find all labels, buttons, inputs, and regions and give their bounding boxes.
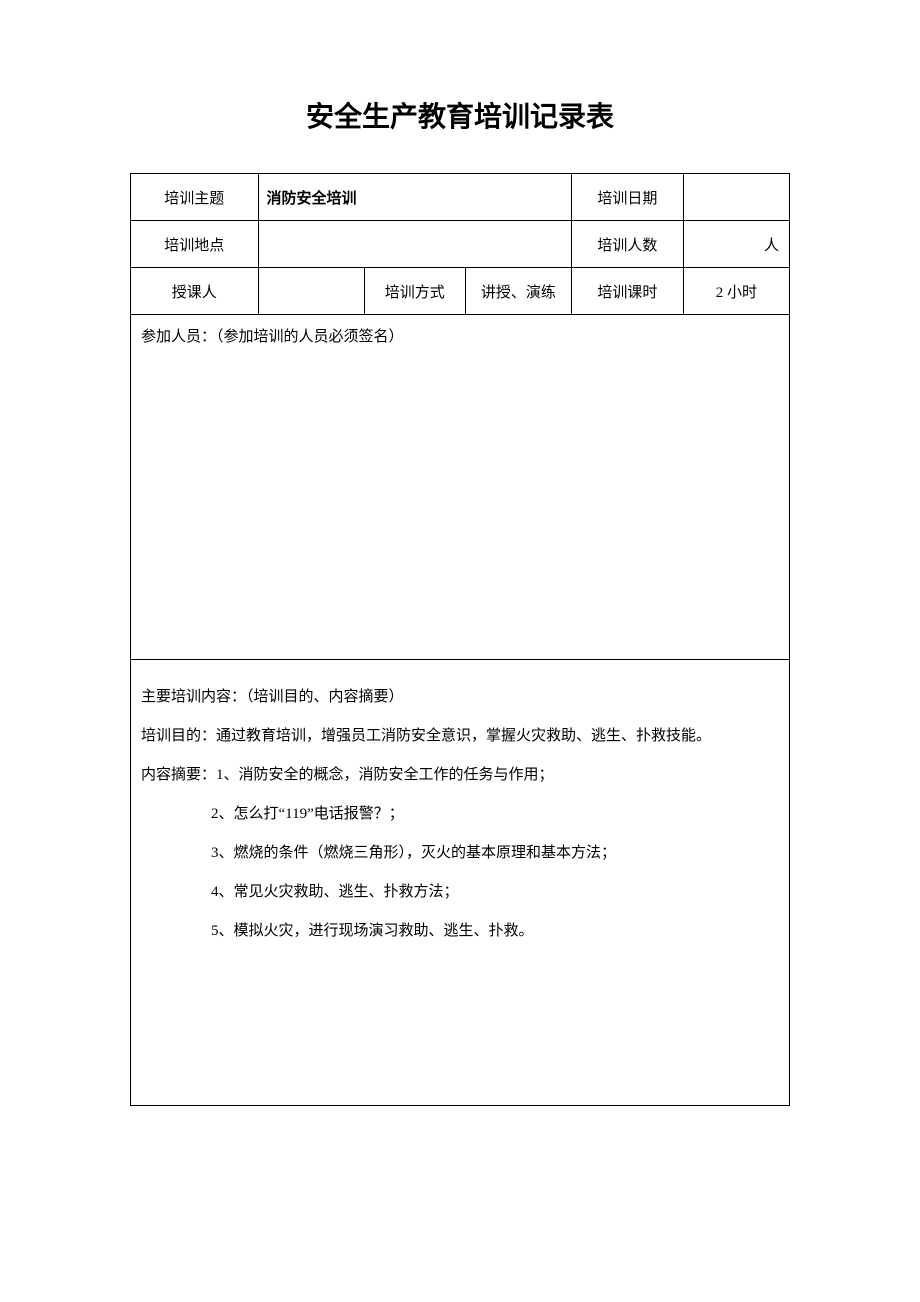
participants-header: 参加人员：（参加培训的人员必须签名） <box>141 329 404 345</box>
value-training-topic: 消防安全培训 <box>258 174 572 221</box>
value-training-count: 人 <box>683 221 789 268</box>
label-training-topic: 培训主题 <box>131 174 259 221</box>
content-item-4: 4、常见火灾救助、逃生、扑救方法； <box>141 873 779 912</box>
content-summary-first: 内容摘要：1、消防安全的概念，消防安全工作的任务与作用； <box>141 767 554 783</box>
content-purpose: 培训目的：通过教育培训，增强员工消防安全意识，掌握火灾救助、逃生、扑救技能。 <box>141 728 711 744</box>
content-item-5: 5、模拟火灾，进行现场演习救助、逃生、扑救。 <box>141 912 779 951</box>
participants-section: 参加人员：（参加培训的人员必须签名） <box>131 315 790 660</box>
document-title: 安全生产教育培训记录表 <box>130 95 790 135</box>
value-training-date <box>683 174 789 221</box>
value-instructor <box>258 268 364 315</box>
value-training-method: 讲授、演练 <box>465 268 571 315</box>
label-training-count: 培训人数 <box>572 221 684 268</box>
value-training-hours: 2 小时 <box>683 268 789 315</box>
value-training-location <box>258 221 572 268</box>
content-section: 主要培训内容：（培训目的、内容摘要） 培训目的：通过教育培训，增强员工消防安全意… <box>131 660 790 1106</box>
label-training-date: 培训日期 <box>572 174 684 221</box>
label-training-method: 培训方式 <box>364 268 465 315</box>
content-item-2: 2、怎么打“119”电话报警？； <box>141 795 779 834</box>
label-training-location: 培训地点 <box>131 221 259 268</box>
content-item-3: 3、燃烧的条件（燃烧三角形），灭火的基本原理和基本方法； <box>141 834 779 873</box>
content-header: 主要培训内容：（培训目的、内容摘要） <box>141 689 404 705</box>
training-record-table: 培训主题 消防安全培训 培训日期 培训地点 培训人数 人 授课人 培训方式 讲授… <box>130 173 790 1106</box>
label-training-hours: 培训课时 <box>572 268 684 315</box>
label-instructor: 授课人 <box>131 268 259 315</box>
